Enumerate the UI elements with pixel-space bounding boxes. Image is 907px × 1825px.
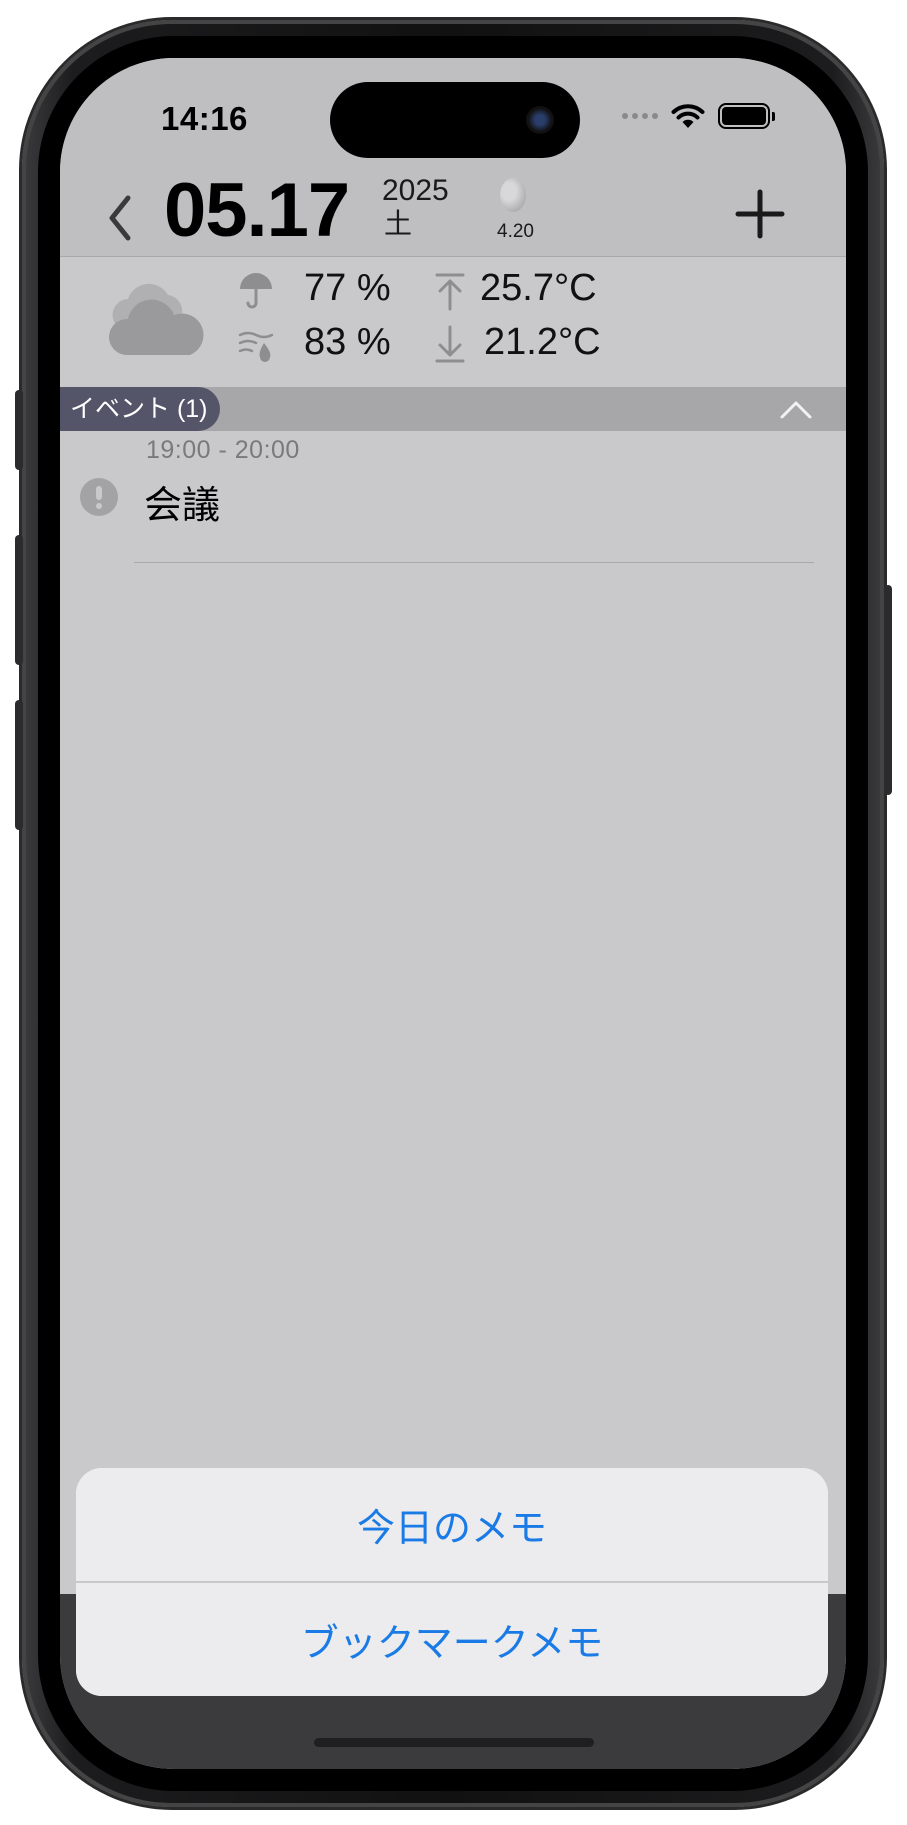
action-sheet: 今日のメモ ブックマークメモ (76, 1468, 828, 1696)
dynamic-island (330, 82, 580, 158)
cellular-signal-icon (622, 113, 658, 119)
today-memo-button[interactable]: 今日のメモ (76, 1468, 828, 1581)
back-chevron-icon[interactable] (100, 188, 140, 248)
events-section-header[interactable]: イベント (1) (60, 387, 846, 431)
battery-icon (718, 103, 775, 129)
year-label: 2025 (382, 174, 449, 207)
camera-icon (526, 106, 554, 134)
low-temp-value: 21.2°C (484, 321, 601, 363)
bookmark-memo-button[interactable]: ブックマークメモ (76, 1583, 828, 1696)
volume-up-button (15, 535, 23, 665)
home-indicator[interactable] (314, 1738, 594, 1747)
weekday-label: 土 (384, 208, 413, 239)
humidity-value: 83 % (304, 321, 391, 363)
date-title[interactable]: 05.17 (164, 173, 350, 249)
low-temp-arrow-icon (435, 325, 465, 363)
weather-panel[interactable]: 77 % 25.7°C 83 % 21.2°C (60, 257, 846, 387)
event-divider (134, 562, 814, 563)
event-time: 19:00 - 20:00 (146, 436, 300, 464)
alert-icon (80, 478, 118, 516)
cloudy-icon (108, 283, 204, 355)
header-area: 14:16 05.17 2025 土 4.20 (60, 58, 846, 256)
moon-phase-icon (500, 178, 526, 212)
high-temp-value: 25.7°C (480, 267, 597, 309)
add-plus-icon[interactable] (730, 184, 790, 244)
events-section-label: イベント (1) (60, 387, 220, 431)
moon-age-label: 4.20 (497, 221, 534, 242)
precipitation-value: 77 % (304, 267, 391, 309)
chevron-up-icon[interactable] (778, 395, 814, 423)
screen: 14:16 05.17 2025 土 4.20 77 % 25.7°C 83 %… (60, 58, 846, 1769)
high-temp-arrow-icon (435, 273, 465, 311)
wifi-icon (671, 104, 705, 128)
volume-down-button (15, 700, 23, 830)
action-button (15, 390, 23, 470)
status-time: 14:16 (161, 100, 248, 137)
humidity-icon (238, 331, 274, 362)
power-button (884, 585, 892, 795)
umbrella-icon (240, 273, 272, 309)
event-title[interactable]: 会議 (144, 474, 220, 529)
status-icons (622, 102, 775, 130)
